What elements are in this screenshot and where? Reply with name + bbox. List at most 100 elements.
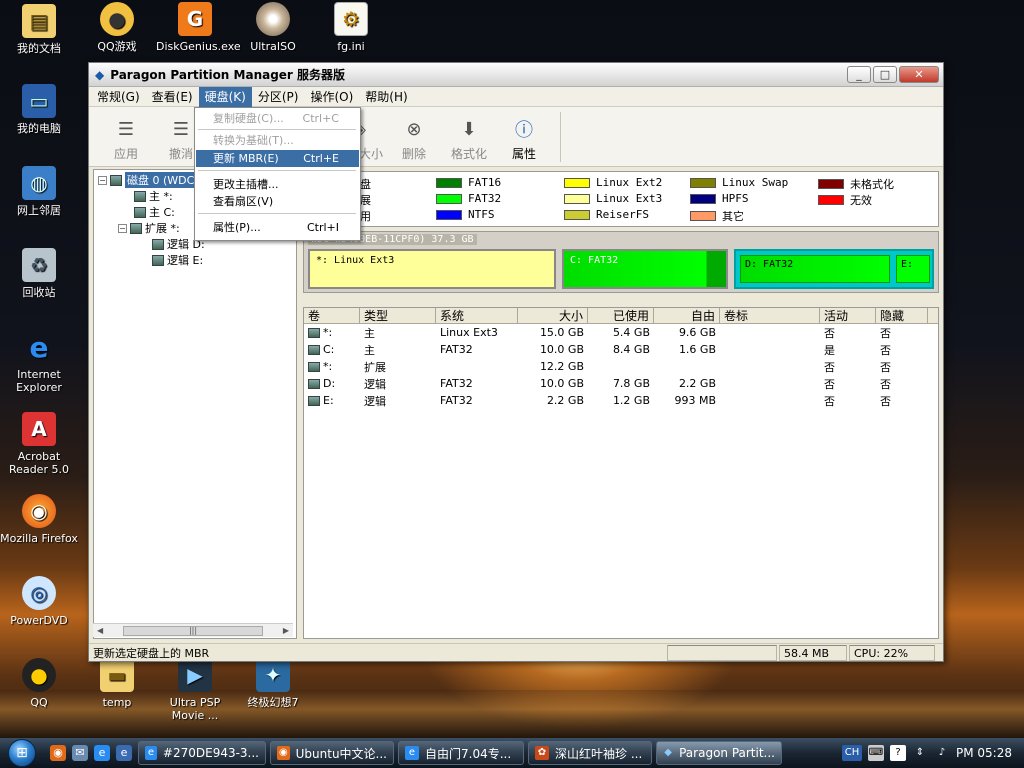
collapse-icon[interactable]: − (118, 223, 127, 233)
col-volume[interactable]: 卷 (304, 308, 360, 324)
task-button-paragon[interactable]: ◆ Paragon Partit... (656, 741, 782, 765)
col-label[interactable]: 卷标 (720, 308, 820, 324)
desktop-icon-fg-ini[interactable]: ⚙ fg.ini (312, 2, 390, 53)
tree-node-extended[interactable]: − 扩展 *: (118, 220, 180, 236)
apply-icon: ☰ (117, 118, 135, 140)
table-row[interactable]: E: 逻辑 FAT32 2.2 GB 1.2 GB 993 MB 否 否 (304, 392, 938, 409)
status-cpu: CPU: 22% (849, 644, 935, 661)
desktop-icon-qq-game[interactable]: ● QQ游戏 (78, 2, 156, 53)
table-cell: C: (304, 343, 360, 356)
table-row[interactable]: C: 主 FAT32 10.0 GB 8.4 GB 1.6 GB 是 否 (304, 341, 938, 358)
partition-block-e[interactable]: E: (896, 255, 930, 283)
partition-block-linux[interactable]: *: Linux Ext3 (308, 249, 556, 289)
menu-partition[interactable]: 分区(P) (252, 87, 305, 107)
menu-item-properties[interactable]: 属性(P)... Ctrl+I (196, 219, 359, 236)
menu-item-convert-basic[interactable]: 转换为基础(T)... (196, 132, 359, 149)
volume-icon[interactable]: ♪ (934, 745, 950, 761)
minimize-button[interactable]: _ (847, 66, 871, 83)
desktop-icon-powerdvd[interactable]: ◎ PowerDVD (0, 576, 78, 627)
legend-invalid: 无效 (818, 192, 872, 208)
maximize-button[interactable]: □ (873, 66, 897, 83)
tree-node-primary-c[interactable]: 主 C: (134, 204, 175, 220)
col-free[interactable]: 自由 (654, 308, 720, 324)
menu-view[interactable]: 查看(E) (146, 87, 199, 107)
table-cell: 2.2 GB (678, 377, 716, 390)
menu-item-change-primary-slot[interactable]: 更改主插槽... (196, 176, 359, 193)
desktop-icon-ff7[interactable]: ✦ 终极幻想7 (234, 658, 312, 709)
mail-quicklaunch-icon[interactable]: ✉ (72, 745, 88, 761)
partition-block-c[interactable]: C: FAT32 (562, 249, 728, 289)
desktop-icon-firefox[interactable]: ◉ Mozilla Firefox (0, 494, 78, 545)
partition-block-extended[interactable]: D: FAT32 E: (734, 249, 934, 289)
tree-node-primary-star[interactable]: 主 *: (134, 188, 173, 204)
ie-icon: e (29, 330, 49, 364)
scroll-right-icon[interactable]: ▶ (283, 626, 289, 635)
tree-horizontal-scrollbar[interactable]: ◀ ||| ▶ (93, 623, 293, 637)
toolbar-delete-button[interactable]: ⊗ 删除 (389, 116, 439, 162)
clock[interactable]: PM 05:28 (956, 746, 1012, 760)
desktop-icon-qq[interactable]: ● QQ (0, 658, 78, 709)
volume-text: C: (323, 343, 335, 356)
col-type[interactable]: 类型 (360, 308, 436, 324)
close-button[interactable]: ✕ (899, 66, 939, 83)
partition-block-d[interactable]: D: FAT32 (740, 255, 890, 283)
desktop-icon-temp[interactable]: ▬ temp (78, 658, 156, 709)
menu-item-view-sectors[interactable]: 查看扇区(V) (196, 193, 359, 210)
language-indicator[interactable]: CH (842, 745, 862, 761)
menu-help[interactable]: 帮助(H) (359, 87, 413, 107)
task-button-2[interactable]: ◉ Ubuntu中文论... (270, 741, 394, 765)
desktop-icon-my-documents[interactable]: ▤ 我的文档 (0, 4, 78, 55)
collapse-icon[interactable]: − (98, 175, 107, 185)
status-empty (667, 644, 777, 661)
task-button-1[interactable]: e #270DE943-3... (138, 741, 266, 765)
partition-table: 卷 类型 系统 大小 已使用 自由 卷标 活动 隐藏 *: 主 Linux Ext3… (303, 307, 939, 639)
window-titlebar[interactable]: ◆ Paragon Partition Manager 服务器版 _ □ ✕ (89, 63, 943, 87)
table-row[interactable]: *: 主 Linux Ext3 15.0 GB 5.4 GB 9.6 GB 否 否 (304, 324, 938, 341)
desktop-icon-network[interactable]: ◍ 网上邻居 (0, 166, 78, 217)
desktop-icon-ie[interactable]: e Internet Explorer (0, 330, 78, 394)
table-row[interactable]: D: 逻辑 FAT32 10.0 GB 7.8 GB 2.2 GB 否 否 (304, 375, 938, 392)
scroll-left-icon[interactable]: ◀ (97, 626, 103, 635)
desktop-icon-diskgenius[interactable]: G DiskGenius.exe (156, 2, 241, 53)
volume-icon (308, 345, 320, 355)
col-size[interactable]: 大小 (518, 308, 588, 324)
col-active[interactable]: 活动 (820, 308, 876, 324)
tree-disk-0[interactable]: − 磁盘 0 (WDC (98, 172, 197, 188)
table-cell: 否 (824, 326, 835, 340)
desktop-icon-ultra-psp[interactable]: ▶ Ultra PSP Movie ... (156, 658, 234, 722)
taskbar: ⊞ ◉ ✉ e e e #270DE943-3... ◉ Ubuntu中文论..… (0, 738, 1024, 768)
firefox-quicklaunch-icon[interactable]: ◉ (50, 745, 66, 761)
table-row[interactable]: *: 扩展 12.2 GB 否 否 (304, 358, 938, 375)
desktop-icon-ultraiso[interactable]: UltraISO (234, 2, 312, 53)
ie-quicklaunch-icon[interactable]: e (94, 745, 110, 761)
keyboard-icon[interactable]: ⌨ (868, 745, 884, 761)
start-button[interactable]: ⊞ (0, 738, 44, 768)
menu-general[interactable]: 常规(G) (91, 87, 146, 107)
col-hidden[interactable]: 隐藏 (876, 308, 928, 324)
table-cell: FAT32 (440, 377, 473, 390)
desktop-icon-acrobat[interactable]: A Acrobat Reader 5.0 (0, 412, 78, 476)
help-icon[interactable]: ? (890, 745, 906, 761)
table-cell: FAT32 (440, 394, 473, 407)
toolbar-properties-button[interactable]: ⓘ 属性 (499, 116, 549, 162)
ie-alt-quicklaunch-icon[interactable]: e (116, 745, 132, 761)
partition-icon (134, 190, 146, 202)
desktop-icon-recycle-bin[interactable]: ♻ 回收站 (0, 248, 78, 299)
menu-item-update-mbr[interactable]: 更新 MBR(E) Ctrl+E (196, 150, 359, 167)
tree-node-logical-e[interactable]: 逻辑 E: (152, 252, 203, 268)
scroll-thumb[interactable]: ||| (123, 625, 263, 636)
menu-item-copy-disk[interactable]: 复制硬盘(C)... Ctrl+C (196, 110, 359, 127)
table-cell: 否 (880, 394, 891, 408)
toolbar-format-button[interactable]: ⬇ 格式化 (444, 116, 494, 162)
col-used[interactable]: 已使用 (588, 308, 654, 324)
tray-arrow-icon[interactable]: ⇕ (912, 745, 928, 761)
desktop-icon-my-computer[interactable]: ▭ 我的电脑 (0, 84, 78, 135)
table-cell: 是 (824, 343, 835, 357)
task-button-3[interactable]: e 自由门7.04专... (398, 741, 524, 765)
col-system[interactable]: 系统 (436, 308, 518, 324)
qq-game-icon: ● (100, 2, 134, 36)
menu-disk[interactable]: 硬盘(K) (198, 86, 252, 107)
toolbar-apply-button[interactable]: ☰ 应用 (101, 116, 151, 162)
menu-operation[interactable]: 操作(O) (304, 87, 359, 107)
task-button-4[interactable]: ✿ 深山红叶袖珍 ... (528, 741, 652, 765)
